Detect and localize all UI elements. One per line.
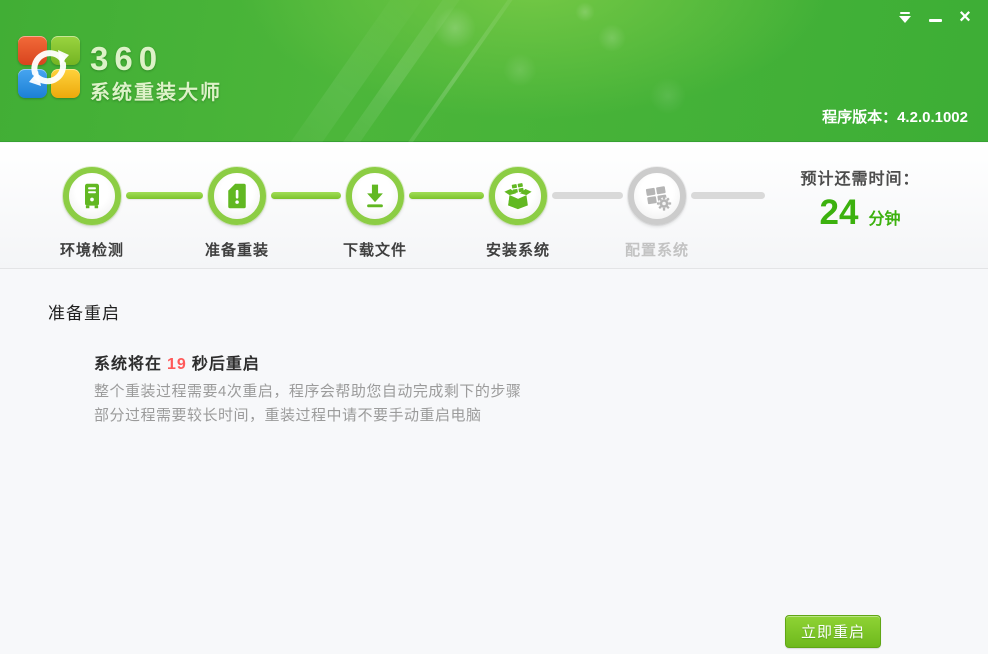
app-logo-360-icon <box>18 36 80 98</box>
install-box-icon <box>503 181 533 211</box>
step-label-prepare-reinstall: 准备重装 <box>177 239 297 260</box>
step-label-download-files: 下载文件 <box>315 239 435 260</box>
window-controls: × <box>890 4 980 30</box>
minimize-icon <box>929 19 942 22</box>
step-label-configure-system: 配置系统 <box>597 239 717 260</box>
step-connector <box>409 192 484 199</box>
brand-name: 系统重装大师 <box>90 76 222 105</box>
page-title: 准备重启 <box>48 299 120 324</box>
dropdown-menu-icon <box>898 11 912 23</box>
eta-minutes-value: 24 <box>820 193 859 232</box>
step-circle-prepare-reinstall <box>208 167 266 225</box>
windows-gear-icon <box>642 181 672 211</box>
app-window: 360 系统重装大师 程序版本：4.2.0.1002 × <box>0 0 988 654</box>
download-arrow-icon <box>361 182 389 210</box>
restart-now-button[interactable]: 立即重启 <box>785 615 881 648</box>
countdown-prefix: 系统将在 <box>94 356 162 373</box>
step-connector <box>552 192 623 199</box>
computer-tower-icon <box>78 182 106 210</box>
version-label: 程序版本：4.2.0.1002 <box>822 106 968 127</box>
description-text: 整个重装过程需要4次重启，程序会帮助您自动完成剩下的步骤 部分过程需要较长时间，… <box>94 380 521 428</box>
step-connector <box>271 192 341 199</box>
step-label-environment-check: 环境检测 <box>32 239 152 260</box>
gear-part <box>657 196 671 210</box>
menu-button[interactable] <box>890 4 920 30</box>
close-icon: × <box>959 7 971 27</box>
progress-steps-band: 环境检测 准备重装 下载文件 <box>0 143 988 269</box>
logo-refresh-arrows-icon <box>22 40 76 94</box>
step-connector <box>691 192 765 199</box>
description-line-1: 整个重装过程需要4次重启，程序会帮助您自动完成剩下的步骤 <box>94 380 521 404</box>
step-circle-configure-system <box>628 167 686 225</box>
brand-number: 360 <box>90 40 163 78</box>
eta-label: 预计还需时间： <box>778 165 942 189</box>
countdown-suffix: 秒后重启 <box>192 356 260 373</box>
app-header: 360 系统重装大师 程序版本：4.2.0.1002 × <box>0 0 988 142</box>
step-circle-install-system <box>489 167 547 225</box>
eta-unit: 分钟 <box>868 211 900 228</box>
close-button[interactable]: × <box>950 4 980 30</box>
step-circle-download-files <box>346 167 404 225</box>
document-warning-icon <box>223 182 251 210</box>
eta-block: 预计还需时间： 24 分钟 <box>778 165 942 233</box>
minimize-button[interactable] <box>920 4 950 30</box>
countdown-seconds: 19 <box>167 356 187 373</box>
step-label-install-system: 安装系统 <box>458 239 578 260</box>
step-circle-environment-check <box>63 167 121 225</box>
main-content: 准备重启 系统将在 19 秒后重启 整个重装过程需要4次重启，程序会帮助您自动完成剩… <box>0 270 988 654</box>
step-connector <box>126 192 203 199</box>
restart-countdown-text: 系统将在 19 秒后重启 <box>94 350 260 374</box>
description-line-2: 部分过程需要较长时间，重装过程中请不要手动重启电脑 <box>94 404 521 428</box>
